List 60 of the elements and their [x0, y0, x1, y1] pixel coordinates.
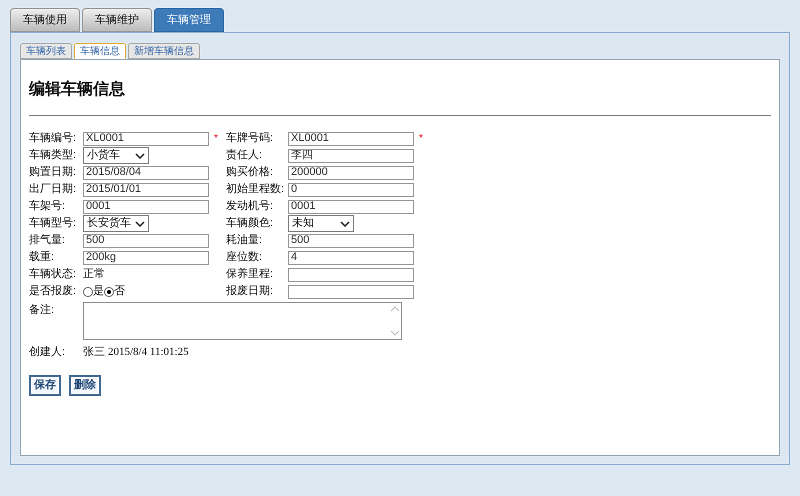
field-label: 责任人: [226, 148, 264, 164]
dropdown[interactable]: 长安货车 [83, 215, 149, 232]
text-field[interactable]: 200kg [83, 250, 209, 264]
text-field[interactable] [288, 268, 414, 282]
text-field[interactable]: 李四 [288, 148, 414, 162]
remark-textarea[interactable] [83, 302, 402, 340]
text-field[interactable]: 500 [83, 234, 209, 248]
sub-tab[interactable]: 车辆信息 [74, 43, 126, 59]
action-button[interactable]: 删除 [69, 374, 101, 396]
field-label: 车辆状态: [29, 266, 78, 282]
field-label: 出厂日期: [29, 182, 78, 198]
field-label: 载重: [29, 250, 56, 266]
chevron-icon [340, 220, 350, 226]
field-label: 车牌号码: [226, 131, 274, 146]
field-label: 车辆型号: [29, 216, 78, 232]
action-button[interactable]: 保存 [29, 374, 61, 396]
sub-tab[interactable]: 新增车辆信息 [128, 43, 200, 59]
field-label: 发动机号: [226, 199, 274, 214]
text-field[interactable]: 500 [288, 234, 414, 248]
tab[interactable]: 车辆管理 [154, 8, 224, 32]
required-mark: * [419, 134, 423, 144]
field-label: 购置日期: [29, 165, 78, 180]
text-field[interactable]: 4 [288, 250, 414, 264]
field-label: 排气量: [29, 233, 66, 248]
text-field[interactable]: 0001 [288, 200, 414, 214]
field-label: 创建人: [29, 345, 66, 360]
sub-tab[interactable]: 车辆列表 [20, 43, 72, 59]
chevron-icon [135, 220, 145, 226]
text-field[interactable]: 0 [288, 182, 414, 196]
field-label: 座位数: [226, 250, 264, 266]
text-field[interactable] [288, 284, 414, 298]
required-mark: * [214, 134, 218, 144]
created-time: 2015/8/4 11:01:25 [108, 345, 189, 360]
field-label: 车架号: [29, 198, 66, 214]
status-value: 正常 [83, 267, 105, 282]
text-field[interactable]: XL0001 [83, 132, 209, 146]
field-label: 备注: [29, 302, 56, 318]
page-heading: 编辑车辆信息 [29, 79, 126, 100]
field-label: 报废日期: [226, 284, 274, 300]
text-field[interactable]: 0001 [83, 200, 209, 214]
text-field[interactable]: XL0001 [288, 132, 414, 146]
field-label: 初始里程数: [226, 182, 286, 198]
text-field[interactable]: 200000 [288, 166, 414, 180]
radio-option[interactable]: 是 [83, 283, 104, 300]
chevron-icon [135, 152, 145, 158]
field-label: 车辆颜色: [226, 216, 274, 232]
tab[interactable]: 车辆维护 [82, 8, 152, 32]
text-field[interactable]: 2015/08/04 [83, 166, 209, 180]
dropdown[interactable]: 小货车 [83, 147, 149, 164]
dropdown[interactable]: 未知 [288, 215, 354, 232]
text-field[interactable]: 2015/01/01 [83, 182, 209, 196]
tab[interactable]: 车辆使用 [10, 8, 80, 32]
field-label: 保养里程: [226, 266, 274, 282]
field-label: 车辆类型: [29, 148, 78, 164]
field-label: 购买价格: [226, 165, 274, 180]
radio-option[interactable]: 否 [104, 283, 125, 300]
field-label: 耗油量: [226, 233, 264, 248]
creator-name: 张三 [83, 345, 105, 360]
field-label: 是否报废: [29, 284, 78, 300]
field-label: 车辆编号: [29, 131, 78, 146]
